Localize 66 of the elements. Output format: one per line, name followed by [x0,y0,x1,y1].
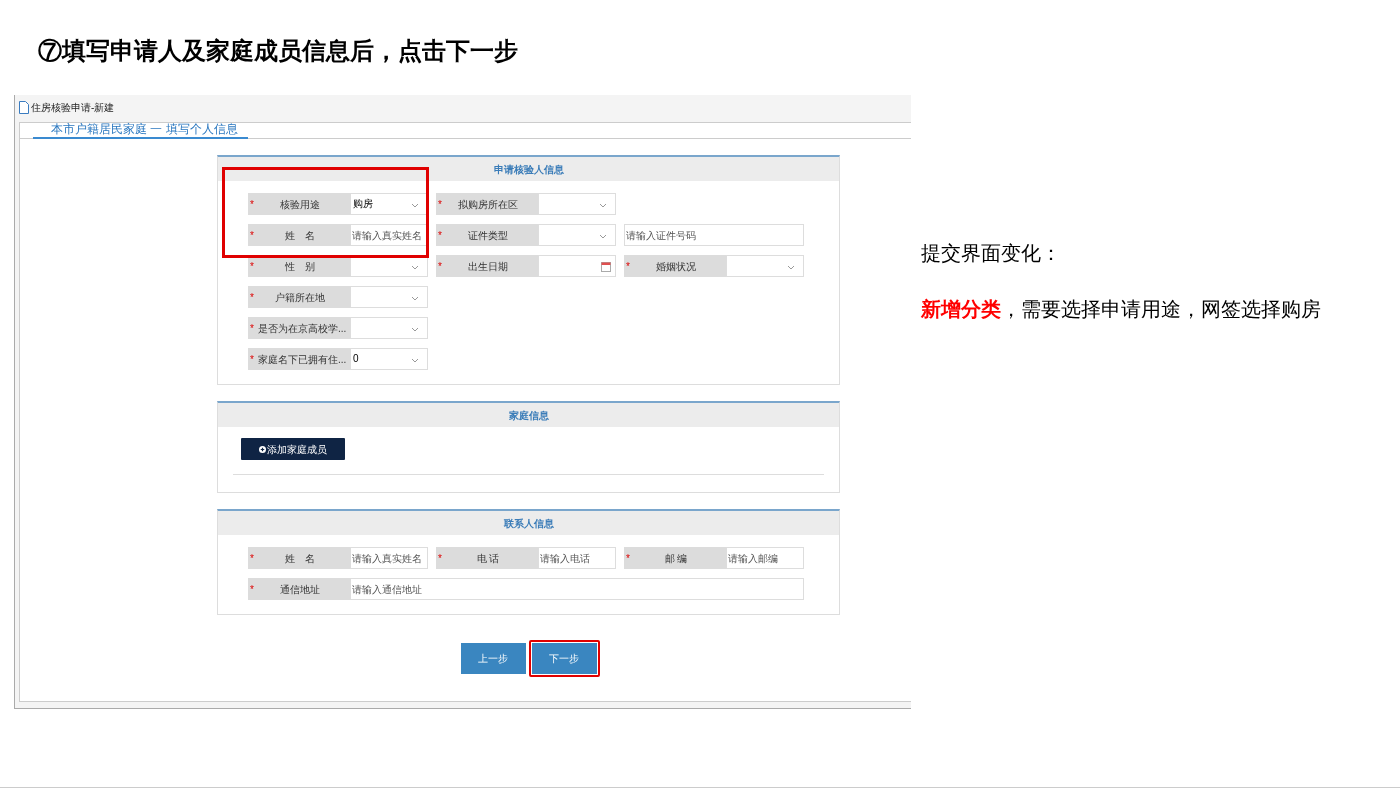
required-mark: * [249,197,255,212]
required-mark: * [625,551,631,566]
field-label: 电 话 [475,551,501,566]
required-mark: * [249,228,255,243]
step-button[interactable]: 上一步 [460,643,526,674]
select-field[interactable] [538,224,616,246]
required-mark: * [249,352,255,367]
field-label: 性 别 [284,259,316,274]
select-field[interactable] [350,286,428,308]
text-field[interactable]: 请输入真实姓名 [350,547,428,569]
field-label: 出生日期 [467,259,509,274]
field-label: 证件类型 [467,228,509,243]
chevron-down-icon [787,265,795,270]
select-value: 0 [353,353,359,364]
select-field[interactable] [726,255,804,277]
chevron-down-icon [599,203,607,208]
date-field[interactable] [538,255,616,277]
panel-title: 申请核验人信息 [493,162,564,177]
select-field[interactable] [538,193,616,215]
chevron-down-icon [411,358,419,363]
select-value: 购房 [353,198,373,209]
select-field[interactable] [350,317,428,339]
annotation-text: 新增分类，需要选择申请用途，网签选择购房 [921,297,1321,322]
required-mark: * [437,551,443,566]
chevron-down-icon [411,327,419,332]
chevron-down-icon [411,203,419,208]
field-label: 核验用途 [279,197,321,212]
field-label: 姓 名 [284,228,316,243]
calendar-icon[interactable] [601,261,611,272]
field-label: 是否为在京高校学... [257,321,347,336]
plus-circle-icon [259,445,266,453]
text-field[interactable]: 请输入邮编 [726,547,804,569]
page-tab[interactable]: 本市户籍居民家庭 一 填写个人信息 [33,123,248,139]
chevron-down-icon [599,234,607,239]
select-field[interactable]: 0 [350,348,428,370]
field-label: 邮 编 [663,551,689,566]
required-mark: * [249,321,255,336]
slide-title: ⑦填写申请人及家庭成员信息后，点击下一步 [38,36,518,66]
panel-title: 联系人信息 [503,516,554,531]
text-field[interactable]: 请输入电话 [538,547,616,569]
required-mark: * [437,197,443,212]
panel-title: 家庭信息 [508,408,549,423]
text-field[interactable]: 请输入真实姓名 [350,224,428,246]
field-label: 家庭名下已拥有住... [257,352,347,367]
field-label: 通信地址 [279,582,321,597]
window-title: 住房核验申请-新建 [31,100,115,115]
required-mark: * [249,582,255,597]
required-mark: * [437,259,443,274]
field-label: 婚姻状况 [655,259,697,274]
field-label: 户籍所在地 [274,290,326,305]
required-mark: * [625,259,631,274]
field-label: 姓 名 [284,551,316,566]
add-family-member-button[interactable]: 添加家庭成员 [241,438,345,460]
chevron-down-icon [411,265,419,270]
field-label: 拟购房所在区 [457,197,519,212]
step-button[interactable]: 下一步 [531,643,597,674]
document-icon [19,100,29,114]
required-mark: * [249,290,255,305]
required-mark: * [437,228,443,243]
annotation-heading: 提交界面变化： [921,241,1061,266]
required-mark: * [249,259,255,274]
text-field[interactable]: 请输入通信地址 [350,578,804,600]
required-mark: * [249,551,255,566]
chevron-down-icon [411,296,419,301]
select-field[interactable]: 购房 [350,193,428,215]
text-field[interactable]: 请输入证件号码 [624,224,804,246]
